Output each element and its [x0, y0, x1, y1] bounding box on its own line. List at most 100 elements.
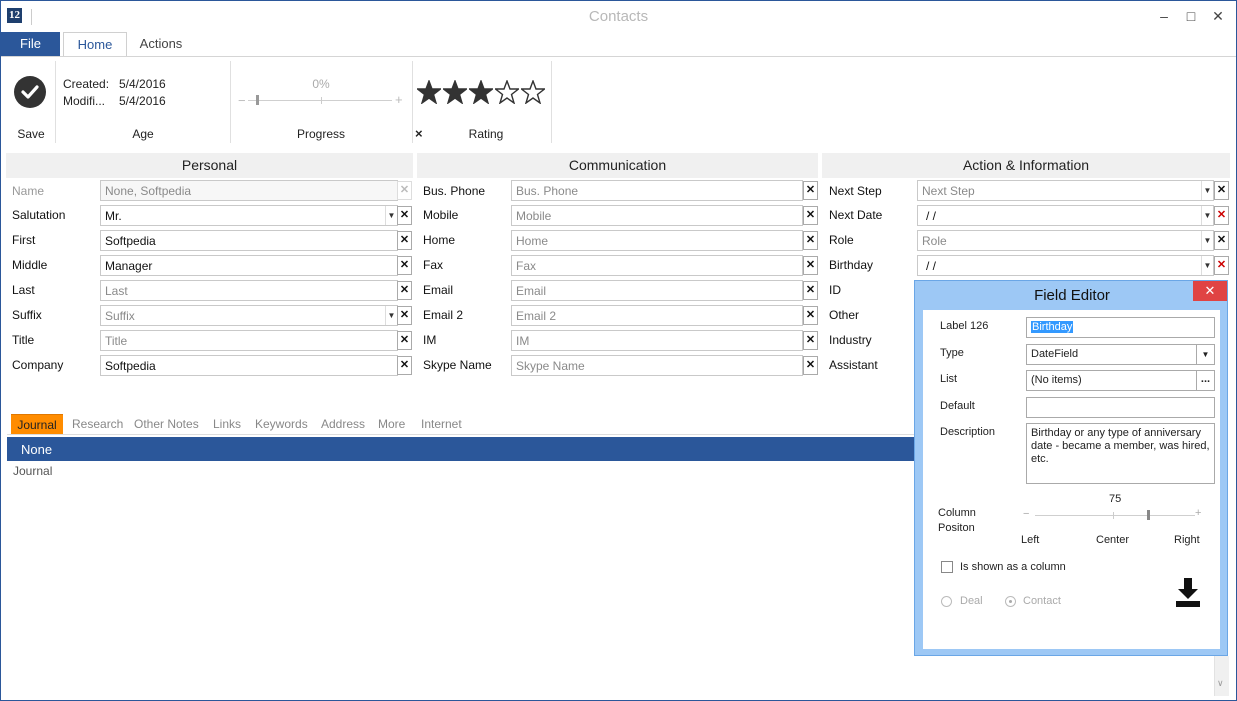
chevron-down-icon[interactable]: ▼ — [1196, 345, 1214, 364]
shown-as-column-checkbox[interactable] — [941, 561, 953, 573]
home-phone-input[interactable]: Home — [511, 230, 803, 251]
tab-journal[interactable]: Journal — [11, 414, 63, 435]
description-textarea[interactable]: Birthday or any type of anniversary date… — [1026, 423, 1215, 484]
chevron-down-icon[interactable]: ▼ — [1201, 181, 1213, 200]
column-slider-plus-icon[interactable]: + — [1195, 507, 1201, 519]
chevron-down-icon[interactable]: ▼ — [1201, 256, 1213, 275]
middle-name-input[interactable]: Manager — [100, 255, 398, 276]
next-date-clear-icon[interactable]: ✕ — [1214, 206, 1229, 225]
last-label: Last — [12, 283, 35, 297]
title-clear-icon[interactable]: ✕ — [397, 331, 412, 350]
next-date-picker[interactable]: / / ▼ — [917, 205, 1214, 226]
email2-clear-icon[interactable]: ✕ — [803, 306, 818, 325]
skype-input[interactable]: Skype Name — [511, 355, 803, 376]
bus-phone-clear-icon[interactable]: ✕ — [803, 181, 818, 200]
type-select[interactable]: DateField ▼ — [1026, 344, 1215, 365]
column-slider-thumb[interactable] — [1147, 510, 1150, 520]
star-filled-icon[interactable] — [443, 80, 467, 104]
column-position-value: 75 — [1109, 493, 1122, 505]
email-input[interactable]: Email — [511, 280, 803, 301]
download-icon[interactable] — [1175, 577, 1201, 609]
chevron-down-icon[interactable]: ▼ — [385, 306, 397, 325]
chevron-down-icon[interactable]: ▼ — [1201, 231, 1213, 250]
label-input[interactable]: Birthday — [1026, 317, 1215, 338]
progress-slider-thumb[interactable] — [256, 95, 259, 105]
suffix-select[interactable]: Suffix ▼ — [100, 305, 398, 326]
im-input[interactable]: IM — [511, 330, 803, 351]
tab-actions[interactable]: Actions — [129, 32, 193, 56]
fax-input[interactable]: Fax — [511, 255, 803, 276]
first-name-input[interactable]: Softpedia — [100, 230, 398, 251]
tab-address[interactable]: Address — [321, 414, 365, 434]
save-icon[interactable] — [14, 76, 46, 108]
next-step-clear-icon[interactable]: ✕ — [1214, 181, 1229, 200]
fax-clear-icon[interactable]: ✕ — [803, 256, 818, 275]
maximize-icon[interactable]: □ — [1178, 6, 1204, 26]
last-name-input[interactable]: Last — [100, 280, 398, 301]
mobile-input[interactable]: Mobile — [511, 205, 803, 226]
name-clear-icon[interactable]: ✕ — [397, 181, 412, 200]
chevron-down-icon[interactable]: ▼ — [1201, 206, 1213, 225]
tab-links[interactable]: Links — [213, 414, 241, 434]
tab-file[interactable]: File — [1, 32, 60, 56]
im-clear-icon[interactable]: ✕ — [803, 331, 818, 350]
scrollbar[interactable]: ∨ — [1214, 656, 1229, 696]
role-select[interactable]: Role ▼ — [917, 230, 1214, 251]
salutation-clear-icon[interactable]: ✕ — [397, 206, 412, 225]
tab-home[interactable]: Home — [63, 32, 127, 57]
column-slider-track[interactable] — [1035, 515, 1195, 516]
dialog-close-icon[interactable]: ✕ — [1193, 281, 1227, 301]
journal-text[interactable]: Journal — [13, 464, 52, 478]
home-phone-clear-icon[interactable]: ✕ — [803, 231, 818, 250]
progress-minus-icon[interactable]: − — [238, 93, 246, 108]
first-label: First — [12, 233, 36, 247]
skype-clear-icon[interactable]: ✕ — [803, 356, 818, 375]
deal-radio[interactable] — [941, 596, 952, 607]
company-clear-icon[interactable]: ✕ — [397, 356, 412, 375]
name-field[interactable]: None, Softpedia — [100, 180, 398, 201]
star-filled-icon[interactable] — [469, 80, 493, 104]
contact-radio[interactable] — [1005, 596, 1016, 607]
progress-slider-track[interactable] — [248, 100, 392, 101]
list-caption: List — [940, 373, 958, 385]
bus-phone-input[interactable]: Bus. Phone — [511, 180, 803, 201]
chevron-down-icon[interactable]: ▼ — [385, 206, 397, 225]
list-field[interactable]: (No items) ... — [1026, 370, 1215, 391]
star-filled-icon[interactable] — [417, 80, 441, 104]
progress-group-label: Progress — [296, 127, 346, 141]
journal-selected-row[interactable] — [7, 437, 914, 461]
rating-stars[interactable] — [417, 79, 552, 107]
first-clear-icon[interactable]: ✕ — [397, 231, 412, 250]
list-browse-button[interactable]: ... — [1196, 371, 1214, 390]
close-window-icon[interactable]: ✕ — [1205, 6, 1231, 26]
next-step-select[interactable]: Next Step ▼ — [917, 180, 1214, 201]
scroll-down-icon[interactable]: ∨ — [1217, 678, 1224, 689]
suffix-clear-icon[interactable]: ✕ — [397, 306, 412, 325]
birthday-clear-icon[interactable]: ✕ — [1214, 256, 1229, 275]
tab-keywords[interactable]: Keywords — [255, 414, 308, 434]
save-button-label[interactable]: Save — [11, 127, 51, 141]
progress-plus-icon[interactable]: + — [395, 92, 403, 107]
tab-internet[interactable]: Internet — [421, 414, 462, 434]
last-clear-icon[interactable]: ✕ — [397, 281, 412, 300]
star-empty-icon[interactable] — [521, 80, 545, 104]
tab-more[interactable]: More — [378, 414, 405, 434]
birthday-picker[interactable]: / / ▼ — [917, 255, 1214, 276]
communication-section-header: Communication — [417, 153, 818, 178]
minimize-icon[interactable]: – — [1151, 6, 1177, 26]
salutation-select[interactable]: Mr. ▼ — [100, 205, 398, 226]
rating-clear-icon[interactable]: × — [415, 126, 423, 141]
ribbon-separator — [551, 61, 552, 143]
role-clear-icon[interactable]: ✕ — [1214, 231, 1229, 250]
mobile-clear-icon[interactable]: ✕ — [803, 206, 818, 225]
email-clear-icon[interactable]: ✕ — [803, 281, 818, 300]
default-input[interactable] — [1026, 397, 1215, 418]
tab-other-notes[interactable]: Other Notes — [134, 414, 199, 434]
company-input[interactable]: Softpedia — [100, 355, 398, 376]
title-input[interactable]: Title — [100, 330, 398, 351]
email2-input[interactable]: Email 2 — [511, 305, 803, 326]
column-slider-minus-icon[interactable]: − — [1023, 508, 1029, 520]
middle-clear-icon[interactable]: ✕ — [397, 256, 412, 275]
star-empty-icon[interactable] — [495, 80, 519, 104]
tab-research[interactable]: Research — [72, 414, 123, 434]
